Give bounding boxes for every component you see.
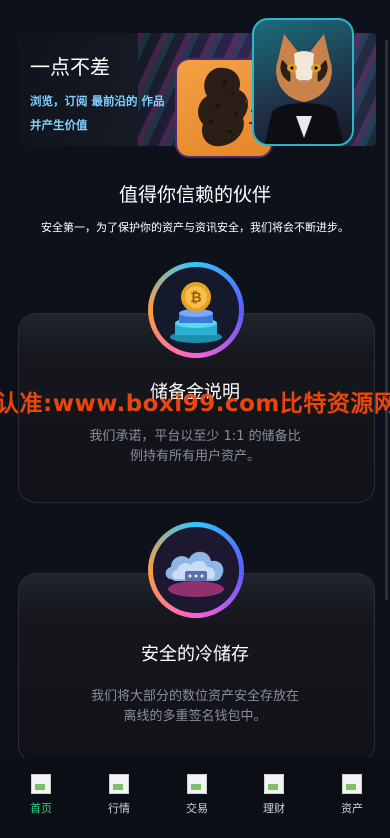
market-icon — [109, 774, 129, 794]
tab-assets-label: 资产 — [341, 802, 363, 815]
trade-icon — [187, 774, 207, 794]
scrollbar[interactable] — [385, 40, 388, 600]
banner-subtitle: 浏览，订阅 最前沿的 作品并产生价值 — [30, 94, 165, 132]
home-icon — [31, 774, 51, 794]
section-description: 安全第一，为了保护你的资产与资讯安全，我们将会不断进步。 — [41, 221, 349, 234]
section-title: 值得你信赖的伙伴 — [118, 184, 271, 206]
tab-market-label: 行情 — [108, 802, 130, 815]
finance-icon — [264, 774, 284, 794]
cold-storage-card-text: 我们将大部分的数位资产安全存放在离线的多重签名钱包中。 — [90, 689, 299, 724]
bottom-tab-bar: 首页 行情 交易 理财 资产 — [0, 758, 390, 838]
cold-storage-card-title: 安全的冷储存 — [141, 644, 249, 665]
tab-assets[interactable]: 资产 — [326, 774, 378, 816]
assets-icon — [342, 774, 362, 794]
cat-artwork-image — [252, 18, 354, 146]
tab-home[interactable]: 首页 — [15, 774, 67, 816]
tab-trade-label: 交易 — [186, 802, 208, 815]
watermark-text: 认准:www.boxi99.com比特资源网 — [0, 391, 390, 417]
tab-trade[interactable]: 交易 — [171, 774, 223, 816]
tab-home-label: 首页 — [30, 802, 52, 815]
tab-finance[interactable]: 理财 — [248, 774, 300, 816]
bitcoin-coins-icon: ₿ — [148, 262, 244, 358]
tab-finance-label: 理财 — [263, 802, 285, 815]
cloud-storage-icon — [148, 522, 244, 618]
tab-market[interactable]: 行情 — [93, 774, 145, 816]
reserve-card-text: 我们承诺，平台以至少 1:1 的储备比例持有所有用户资产。 — [89, 429, 301, 464]
banner-title: 一点不差 — [30, 55, 110, 79]
svg-text:₿: ₿ — [190, 290, 201, 306]
